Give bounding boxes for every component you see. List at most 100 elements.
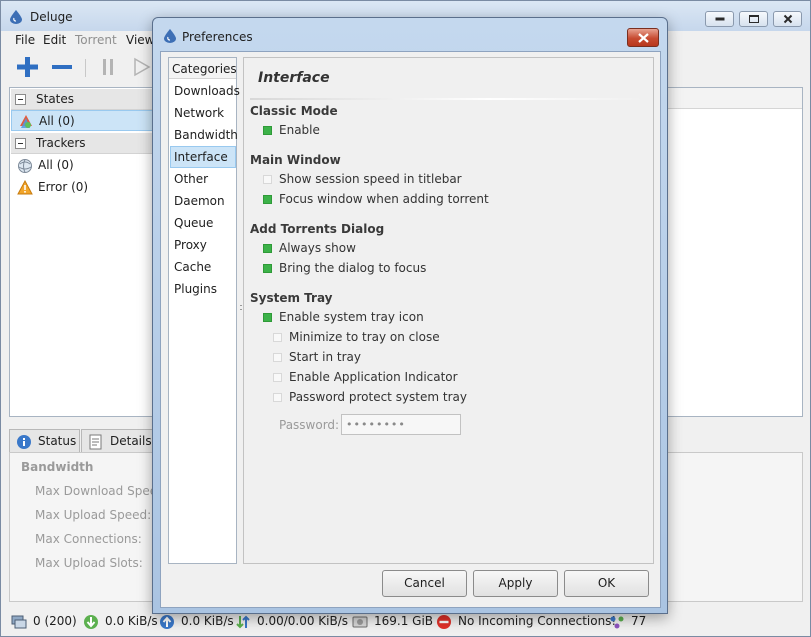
max-upload-speed-label: Max Upload Speed: [35, 508, 152, 522]
category-label: Downloads [174, 84, 240, 98]
dialog-body: Categories Downloads Network Bandwidth I… [160, 51, 661, 608]
connections-icon [11, 615, 27, 629]
warning-icon [17, 180, 33, 195]
checkbox-label: Enable [279, 123, 320, 137]
preferences-dialog: Preferences Categories Downloads Network… [152, 17, 668, 614]
checkbox-label: Enable Application Indicator [289, 370, 458, 384]
sidebar-item-label: All (0) [38, 158, 74, 172]
add-torrent-button[interactable] [13, 55, 41, 79]
download-speed-value: 0.0 KiB/s [105, 614, 158, 628]
play-icon [134, 57, 151, 77]
bandwidth-section-title: Bandwidth [21, 460, 94, 474]
category-downloads[interactable]: Downloads [170, 80, 240, 102]
category-interface[interactable]: Interface [170, 146, 236, 168]
states-header-label: States [36, 92, 75, 106]
category-label: Network [174, 106, 225, 120]
pause-button[interactable] [95, 55, 123, 79]
max-connections-label: Max Connections: [35, 532, 142, 546]
traffic-arrows-icon [236, 615, 250, 629]
info-icon [17, 435, 31, 449]
category-proxy[interactable]: Proxy [170, 234, 236, 256]
checkbox-label: Start in tray [289, 350, 361, 364]
max-download-speed-label: Max Download Speed [35, 484, 165, 498]
category-bandwidth[interactable]: Bandwidth [170, 124, 238, 146]
menu-edit[interactable]: Edit [43, 33, 66, 47]
states-header[interactable]: States [11, 89, 153, 110]
dht-status[interactable]: 77 [609, 613, 659, 631]
category-cache[interactable]: Cache [170, 256, 236, 278]
no-entry-icon [437, 615, 451, 629]
dialog-close-button[interactable] [627, 28, 659, 47]
max-upload-slots-label: Max Upload Slots: [35, 556, 143, 570]
cancel-button[interactable]: Cancel [382, 570, 467, 597]
tracker-globe-icon [18, 159, 32, 173]
protocol-traffic-value: 0.00/0.00 KiB/s [257, 614, 349, 628]
upload-speed-value: 0.0 KiB/s [181, 614, 234, 628]
categories-header[interactable]: Categories [169, 58, 237, 79]
checkbox-label: Bring the dialog to focus [279, 261, 427, 275]
categories-list: Categories Downloads Network Bandwidth I… [168, 57, 240, 564]
sidebar-item-all-states[interactable]: All (0) [11, 110, 153, 131]
checkbox-checked-icon [263, 195, 272, 204]
group-classic-mode: Classic Mode [250, 104, 338, 118]
free-space-status[interactable]: 169.1 GiB [352, 613, 434, 631]
free-space-value: 169.1 GiB [374, 614, 434, 628]
category-label: Bandwidth [174, 128, 238, 142]
tab-details[interactable]: Details [81, 429, 156, 453]
connections-status[interactable]: 0 (200) [11, 613, 81, 631]
menu-file[interactable]: File [15, 33, 35, 47]
close-window-button[interactable] [773, 11, 802, 27]
checkbox-label: Minimize to tray on close [289, 330, 440, 344]
category-queue[interactable]: Queue [170, 212, 236, 234]
category-label: Plugins [174, 282, 217, 296]
sidebar-item-all-trackers[interactable]: All (0) [11, 155, 153, 176]
collapse-toggle-icon[interactable] [15, 94, 26, 105]
plus-icon [17, 57, 38, 77]
group-system-tray: System Tray [250, 291, 333, 305]
upload-speed-status[interactable]: 0.0 KiB/s [159, 613, 234, 631]
deluge-logo-icon [10, 10, 22, 24]
pause-icon [103, 59, 113, 75]
pane-title: Interface [258, 70, 330, 86]
toolbar-separator [85, 59, 86, 77]
category-other[interactable]: Other [170, 168, 236, 190]
download-speed-status[interactable]: 0.0 KiB/s [83, 613, 158, 631]
checkbox-label: Password protect system tray [289, 390, 467, 404]
categories-header-label: Categories [172, 62, 237, 76]
tab-details-label: Details [110, 434, 152, 448]
remove-torrent-button[interactable] [48, 55, 76, 79]
checkbox-unchecked-icon [273, 373, 282, 382]
category-label: Cache [174, 260, 212, 274]
category-daemon[interactable]: Daemon [170, 190, 236, 212]
menu-view[interactable]: View [126, 33, 154, 47]
incoming-connections-value: No Incoming Connections! [458, 614, 617, 628]
category-plugins[interactable]: Plugins [170, 278, 236, 300]
deluge-logo-icon [164, 29, 176, 43]
menu-torrent[interactable]: Torrent [75, 33, 117, 47]
ok-button[interactable]: OK [564, 570, 649, 597]
minimize-button[interactable] [705, 11, 734, 27]
tray-password-field[interactable] [341, 414, 461, 435]
checkbox-checked-icon [263, 313, 272, 322]
apply-button[interactable]: Apply [473, 570, 558, 597]
collapse-toggle-icon[interactable] [15, 138, 26, 149]
incoming-connections-status[interactable]: No Incoming Connections! [436, 613, 616, 631]
category-network[interactable]: Network [170, 102, 236, 124]
checkbox-unchecked-icon [273, 333, 282, 342]
resume-button[interactable] [127, 55, 155, 79]
category-label: Daemon [174, 194, 225, 208]
tab-status[interactable]: Status [9, 429, 80, 453]
all-states-icon [20, 115, 32, 128]
sidebar-item-error-trackers[interactable]: Error (0) [11, 177, 153, 198]
details-icon [89, 434, 102, 450]
dht-nodes-icon [610, 616, 624, 629]
minus-icon [52, 65, 72, 69]
category-label: Queue [174, 216, 214, 230]
trackers-header[interactable]: Trackers [11, 133, 153, 154]
category-label: Proxy [174, 238, 207, 252]
checkbox-label: Focus window when adding torrent [279, 192, 489, 206]
password-label: Password: [279, 418, 340, 432]
window-title: Deluge [30, 10, 73, 24]
protocol-traffic-status[interactable]: 0.00/0.00 KiB/s [235, 613, 350, 631]
maximize-button[interactable] [739, 11, 768, 27]
